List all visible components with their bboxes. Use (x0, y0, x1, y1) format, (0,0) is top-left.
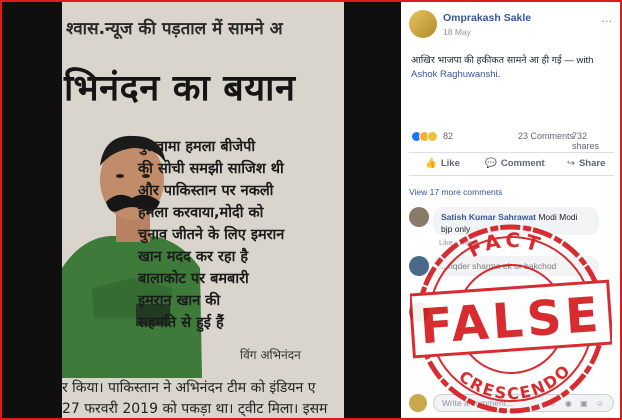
comment-attachment-icons[interactable]: ☺ ◉ ▣ ☺ (548, 398, 607, 409)
comment-text: ...riqder sharma ek or bakchod (441, 261, 557, 271)
post-actions: 👍 Like 💬 Comment ↪ Share (409, 152, 614, 176)
comment-input[interactable]: Write a comment... ☺ ◉ ▣ ☺ (433, 394, 614, 412)
view-more-comments-link[interactable]: View 17 more comments (409, 187, 502, 197)
like-icon: 👍 (425, 158, 437, 169)
shares-count[interactable]: 732 shares (572, 131, 611, 151)
share-button[interactable]: ↪ Share (567, 158, 605, 169)
post-date[interactable]: 18 May (443, 27, 471, 37)
like-label: Like (440, 158, 460, 169)
share-label: Share (578, 158, 606, 169)
quote-line: सहमति से हुई हैं (138, 315, 224, 331)
newspaper-byline: विंग अभिनंदन (240, 348, 301, 362)
comment-bubble: Satish Kumar Sahrawat Modi Modi bjp only (433, 207, 599, 235)
quote-line: हमला करवाया,मोदी को (138, 205, 264, 221)
commenter-avatar[interactable] (409, 256, 429, 276)
more-options-icon[interactable]: ... (601, 10, 612, 25)
quote-line: चुनाव जीतने के लिए इमरान (138, 227, 285, 243)
comment-placeholder: Write a comment... (442, 398, 514, 408)
facebook-post: Omprakash Sakle 18 May ... आखिर भाजपा की… (401, 2, 620, 418)
post-header: Omprakash Sakle 18 May ... (409, 10, 614, 40)
author-avatar[interactable] (409, 10, 437, 38)
author-name[interactable]: Omprakash Sakle (443, 12, 531, 24)
comments-count[interactable]: 23 Comments (518, 131, 574, 141)
wow-reaction-icon (427, 131, 438, 142)
newspaper-top-line: श्वास.न्यूज की पड़ताल में सामने अ (66, 19, 283, 39)
post-text: आखिर भाजपा की हकीकत सामने आ ही गई — with… (411, 54, 611, 82)
reactions-summary[interactable]: 82 23 Comments 732 shares (411, 130, 611, 151)
newspaper-footer-line: 27 फरवरी 2019 को पकड़ा था। ट्वीट मिला। इ… (62, 401, 328, 417)
quote-line: बालाकोट पर बमबारी (138, 271, 249, 287)
newspaper-headline: भिनंदन का बयान (64, 68, 296, 109)
period: . (497, 69, 501, 80)
comment-actions[interactable]: Like · Reply (439, 238, 479, 247)
commenter-avatar[interactable] (409, 302, 429, 322)
tagged-user-link[interactable]: Ashok Raghuwanshi (411, 69, 498, 80)
commenter-name[interactable]: Satish Kumar Sahrawat (441, 212, 536, 222)
with-prefix: — with (561, 55, 594, 66)
comment-icon: 💬 (485, 158, 497, 169)
comment-label: Comment (500, 158, 545, 169)
current-user-avatar (409, 394, 427, 412)
reaction-count[interactable]: 82 (443, 131, 453, 141)
quote-line: इमरान खान की (138, 293, 221, 309)
newspaper-photo: श्वास.न्यूज की पड़ताल में सामने अ भिनंदन… (2, 2, 401, 418)
newspaper-quote: पुलवामा हमला बीजेपी की सोची समझी साजिश थ… (138, 136, 344, 334)
like-button[interactable]: 👍 Like (425, 158, 460, 169)
post-body: आखिर भाजपा की हकीकत सामने आ ही गई (411, 55, 562, 66)
quote-line: पुलवामा हमला बीजेपी (138, 139, 256, 155)
comment-bubble (433, 302, 599, 322)
newspaper-clipping: श्वास.न्यूज की पड़ताल में सामने अ भिनंदन… (62, 2, 344, 418)
commenter-avatar[interactable] (409, 207, 429, 227)
comment-bubble: ...riqder sharma ek or bakchod (433, 256, 599, 276)
write-comment-row: Write a comment... ☺ ◉ ▣ ☺ (409, 393, 614, 413)
comment-button[interactable]: 💬 Comment (485, 158, 545, 169)
quote-line: की सोची समझी साजिश थी (138, 161, 284, 177)
quote-line: और पाकिस्तान पर नकली (138, 183, 274, 199)
quote-line: खान मदद कर रहा है (138, 249, 249, 265)
share-icon: ↪ (567, 158, 575, 169)
newspaper-footer-line: र किया। पाकिस्तान ने अभिनंदन टीम को इंडि… (62, 380, 316, 396)
